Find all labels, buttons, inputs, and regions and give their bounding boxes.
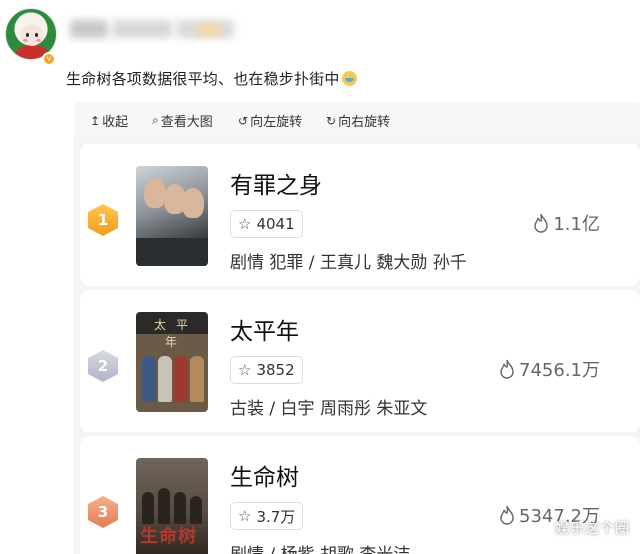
poster-figure xyxy=(182,188,204,218)
post-text-suffix: 也在稳步扑街中 xyxy=(233,70,340,88)
flame-icon xyxy=(500,359,514,379)
drama-card[interactable]: 1 有罪之身 ☆ 4041 1.1亿 剧情 犯罪 / 王真儿 魏大勋 孙千 xyxy=(80,144,640,286)
rating-badge: ☆ 4041 xyxy=(230,210,303,238)
poster-figure xyxy=(142,492,154,524)
view-large-button[interactable]: ⌕ 查看大图 xyxy=(152,111,213,130)
post-text-main: 生命树各项数据很平均、 xyxy=(66,70,234,88)
magnifier-icon: ⌕ xyxy=(152,113,159,127)
verified-badge-icon: v xyxy=(42,52,56,66)
post-text: 生命树各项数据很平均、也在稳步扑街中 xyxy=(66,68,357,89)
drama-tags: 古装 / 白宇 周雨彤 朱亚文 xyxy=(230,399,428,419)
rating-badge: ☆ 3852 xyxy=(230,356,303,384)
rating-value: 3.7万 xyxy=(256,507,296,526)
watermark: 娱乐这个圈 xyxy=(555,521,630,537)
rotate-left-label: 向左旋转 xyxy=(250,115,303,130)
rotate-left-icon: ↺ xyxy=(238,113,249,128)
rating-value: 4041 xyxy=(256,215,295,233)
laughing-emoji-icon xyxy=(341,71,357,86)
blurred-username xyxy=(112,20,172,38)
poster-figure xyxy=(174,492,186,524)
rotate-right-label: 向右旋转 xyxy=(338,115,391,130)
poster-figure xyxy=(142,356,156,402)
drama-tags: 剧情 / 杨紫 胡歌 李光洁 xyxy=(230,540,410,554)
avatar-eye xyxy=(35,33,38,37)
drama-poster: 太平年 xyxy=(136,312,208,412)
drama-title: 有罪之身 xyxy=(230,173,322,199)
star-icon: ☆ xyxy=(238,361,252,379)
star-icon: ☆ xyxy=(238,215,252,233)
image-toolbar: ↥ 收起 ⌕ 查看大图 ↺ 向左旋转 ↻ 向右旋转 xyxy=(74,102,640,136)
avatar-eye xyxy=(26,33,29,37)
poster-figure xyxy=(190,356,204,402)
flame-icon xyxy=(500,505,514,525)
ranking-list-image[interactable]: 1 有罪之身 ☆ 4041 1.1亿 剧情 犯罪 / 王真儿 魏大勋 孙千 2 … xyxy=(74,136,640,554)
avatar-face xyxy=(21,24,43,46)
flame-icon xyxy=(534,213,549,233)
avatar-cheek xyxy=(23,39,28,42)
rating-value: 3852 xyxy=(256,361,295,379)
rotate-right-button[interactable]: ↻ 向右旋转 xyxy=(326,111,391,131)
avatar-cheek xyxy=(36,39,41,42)
poster-figure xyxy=(144,178,166,208)
drama-title: 太平年 xyxy=(230,319,299,345)
poster-figure xyxy=(174,356,188,402)
star-icon: ☆ xyxy=(238,507,252,525)
rank-badge: 2 xyxy=(88,350,118,382)
rotate-right-icon: ↻ xyxy=(326,113,337,128)
rank-badge: 1 xyxy=(88,204,118,236)
drama-card[interactable]: 2 太平年 太平年 ☆ 3852 7456.1万 古装 / 白宇 周雨彤 朱亚文 xyxy=(80,290,640,432)
poster-title: 太平年 xyxy=(153,318,198,349)
drama-poster xyxy=(136,166,208,266)
poster-figure xyxy=(158,356,172,402)
collapse-arrow-icon: ↥ xyxy=(90,113,101,128)
rating-badge: ☆ 3.7万 xyxy=(230,502,304,530)
poster-title: 生命树 xyxy=(140,526,197,547)
rotate-left-button[interactable]: ↺ 向左旋转 xyxy=(238,111,303,131)
rank-badge: 3 xyxy=(88,496,118,528)
heat-value: 1.1亿 xyxy=(533,210,600,236)
blurred-badge xyxy=(196,24,222,36)
view-large-label: 查看大图 xyxy=(160,115,213,130)
heat-number: 7456.1万 xyxy=(519,360,600,381)
poster-figure xyxy=(190,496,202,524)
collapse-label: 收起 xyxy=(102,115,129,130)
heat-value: 7456.1万 xyxy=(499,356,600,382)
drama-title: 生命树 xyxy=(230,465,299,491)
poster-bottom xyxy=(136,238,208,266)
poster-figure xyxy=(158,488,170,524)
drama-tags: 剧情 犯罪 / 王真儿 魏大勋 孙千 xyxy=(230,253,467,273)
blurred-username[interactable] xyxy=(70,20,108,38)
drama-poster: 生命树 xyxy=(136,458,208,554)
heat-number: 1.1亿 xyxy=(553,214,600,235)
collapse-button[interactable]: ↥ 收起 xyxy=(90,111,129,131)
